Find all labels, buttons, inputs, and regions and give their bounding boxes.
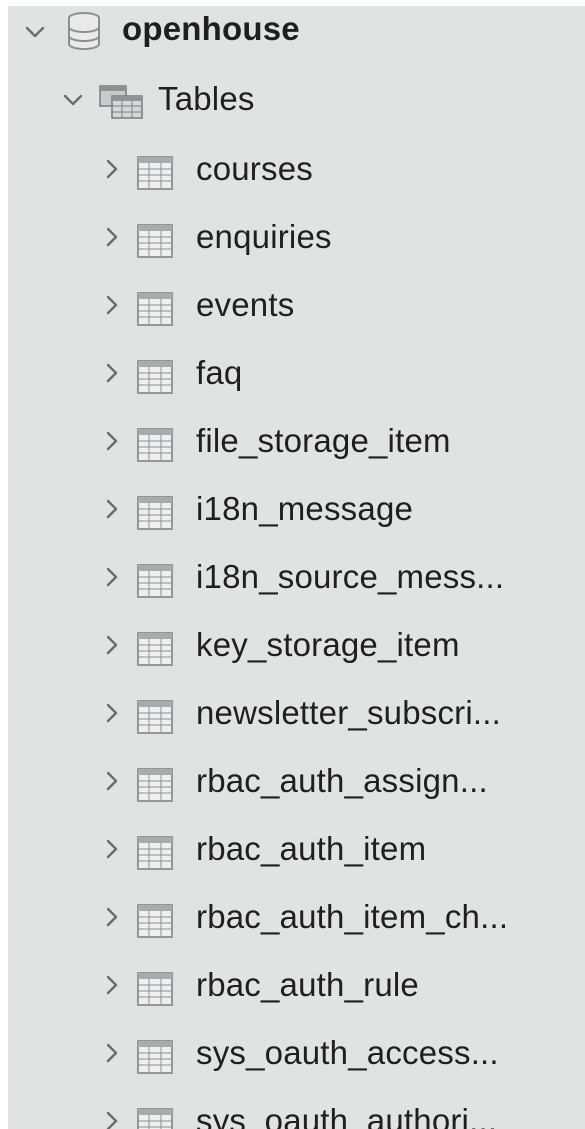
table-row[interactable]: rbac_auth_item <box>8 812 585 880</box>
chevron-right-icon[interactable] <box>98 426 124 466</box>
table-label: newsletter_subscri... <box>196 694 501 731</box>
table-row[interactable]: enquiries <box>8 200 585 268</box>
table-label: courses <box>196 150 313 187</box>
chevron-right-icon[interactable] <box>98 1038 124 1078</box>
chevron-right-icon[interactable] <box>98 222 124 262</box>
table-label: rbac_auth_assign... <box>196 762 488 799</box>
chevron-right-icon[interactable] <box>98 154 124 194</box>
tables-folder-icon <box>98 84 146 122</box>
database-label: openhouse <box>122 10 300 47</box>
chevron-right-icon[interactable] <box>98 766 124 806</box>
table-label: enquiries <box>196 218 332 255</box>
chevron-right-icon[interactable] <box>98 494 124 534</box>
tables-group-label: Tables <box>158 80 255 117</box>
table-label: i18n_message <box>196 490 414 527</box>
table-label: rbac_auth_item <box>196 830 427 867</box>
table-row[interactable]: file_storage_item <box>8 404 585 472</box>
tables-group-row[interactable]: Tables <box>8 64 585 132</box>
table-row[interactable]: newsletter_subscri... <box>8 676 585 744</box>
table-label: events <box>196 286 295 323</box>
table-row[interactable]: faq <box>8 336 585 404</box>
table-icon <box>136 903 174 939</box>
chevron-right-icon[interactable] <box>98 562 124 602</box>
chevron-right-icon[interactable] <box>98 970 124 1010</box>
chevron-right-icon[interactable] <box>98 630 124 670</box>
table-label: sys_oauth_access... <box>196 1034 499 1071</box>
table-icon <box>136 427 174 463</box>
table-label: i18n_source_mess... <box>196 558 505 595</box>
table-label: faq <box>196 354 243 391</box>
table-row[interactable]: events <box>8 268 585 336</box>
table-row[interactable]: rbac_auth_item_ch... <box>8 880 585 948</box>
table-icon <box>136 291 174 327</box>
chevron-right-icon[interactable] <box>98 290 124 330</box>
chevron-right-icon[interactable] <box>98 358 124 398</box>
table-icon <box>136 971 174 1007</box>
tree-panel: openhouse Tables courses enquiries event… <box>8 6 585 1129</box>
table-icon <box>136 223 174 259</box>
chevron-right-icon[interactable] <box>98 902 124 942</box>
table-icon <box>136 359 174 395</box>
table-icon <box>136 835 174 871</box>
table-row[interactable]: i18n_source_mess... <box>8 540 585 608</box>
table-row[interactable]: rbac_auth_rule <box>8 948 585 1016</box>
table-row[interactable]: sys_oauth_authori... <box>8 1084 585 1129</box>
table-row[interactable]: i18n_message <box>8 472 585 540</box>
table-row[interactable]: key_storage_item <box>8 608 585 676</box>
table-icon <box>136 1107 174 1129</box>
chevron-right-icon[interactable] <box>98 698 124 738</box>
chevron-right-icon[interactable] <box>98 1106 124 1129</box>
table-icon <box>136 1039 174 1075</box>
table-icon <box>136 495 174 531</box>
table-label: rbac_auth_rule <box>196 966 419 1003</box>
table-row[interactable]: sys_oauth_access... <box>8 1016 585 1084</box>
database-icon <box>64 10 104 52</box>
table-icon <box>136 631 174 667</box>
table-row[interactable]: rbac_auth_assign... <box>8 744 585 812</box>
table-row[interactable]: courses <box>8 132 585 200</box>
table-label: sys_oauth_authori... <box>196 1102 498 1129</box>
chevron-right-icon[interactable] <box>98 834 124 874</box>
table-icon <box>136 699 174 735</box>
database-row[interactable]: openhouse <box>8 6 585 64</box>
table-label: rbac_auth_item_ch... <box>196 898 509 935</box>
table-icon <box>136 563 174 599</box>
chevron-down-icon[interactable] <box>60 84 86 124</box>
table-icon <box>136 767 174 803</box>
table-label: file_storage_item <box>196 422 451 459</box>
table-label: key_storage_item <box>196 626 460 663</box>
chevron-down-icon[interactable] <box>22 16 48 56</box>
table-icon <box>136 155 174 191</box>
